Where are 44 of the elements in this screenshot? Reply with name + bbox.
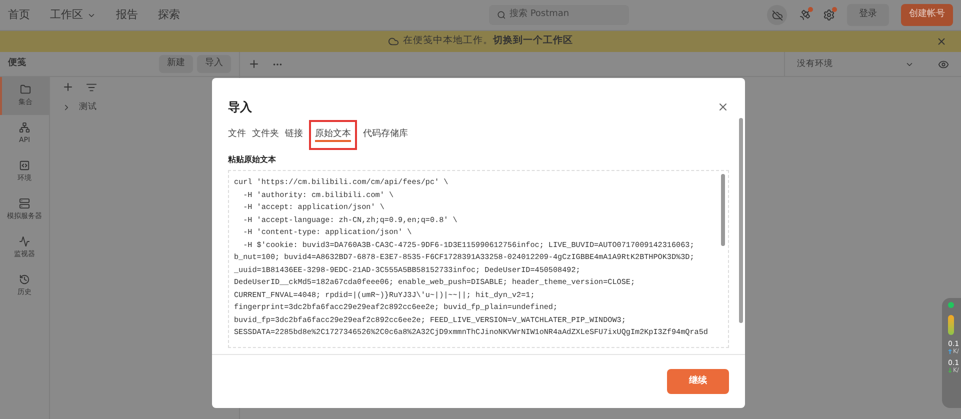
import-tab[interactable]: 原始文本 [309,120,357,150]
nav-tab[interactable]: 探索 [158,6,180,24]
close-icon[interactable] [936,36,947,47]
level-meter [948,315,954,335]
filter-icon[interactable] [86,82,97,92]
workspace-title: 便笺 [8,57,27,70]
network-icon [19,122,30,134]
search-input[interactable]: 搜索 Postman [509,8,620,22]
pulse-icon [19,236,30,248]
header-button[interactable]: 导入 [197,55,231,73]
nav-tab[interactable]: 首页 [8,6,30,24]
import-tab[interactable]: 代码存储库 [363,128,408,142]
folder-icon [20,84,31,96]
arrow-up-icon [948,349,952,354]
server-icon [19,198,30,210]
new-tab-icon[interactable] [248,58,260,70]
nav-tab[interactable]: 报告 [116,6,138,24]
cloud-off-icon[interactable] [767,5,787,25]
cloud-icon [388,36,399,47]
history-icon [19,274,30,286]
eye-icon[interactable] [938,58,949,70]
dialog-title: 导入 [228,99,253,116]
import-tab[interactable]: 文件夹 [252,128,279,142]
sign-in-button[interactable]: 登录 [847,4,889,26]
satellite-icon[interactable] [799,9,811,21]
import-tab[interactable]: 文件 [228,128,246,142]
continue-button[interactable]: 继续 [667,369,729,394]
field-label: 粘贴原始文本 [227,154,277,166]
scrollbar[interactable] [721,174,725,246]
chevron-right-icon [62,102,71,112]
search-field[interactable]: 搜索 Postman [488,5,628,25]
settings-icon[interactable] [823,9,835,21]
search-icon [496,10,506,20]
environment-select[interactable]: 没有环境 [784,52,926,76]
dialog-scrollbar[interactable] [739,118,743,323]
nav-tab[interactable]: 工作区 [50,6,96,24]
add-icon[interactable] [62,81,74,93]
close-icon[interactable] [717,101,729,113]
create-account-button[interactable]: 创建帐号 [901,4,953,26]
banner-text: 在便笺中本地工作。切换到一个工作区 [403,34,573,48]
arrow-down-icon [948,368,952,373]
import-tab[interactable]: 链接 [285,128,303,142]
header-button[interactable]: 新建 [159,55,193,73]
code-square-icon [19,160,30,172]
